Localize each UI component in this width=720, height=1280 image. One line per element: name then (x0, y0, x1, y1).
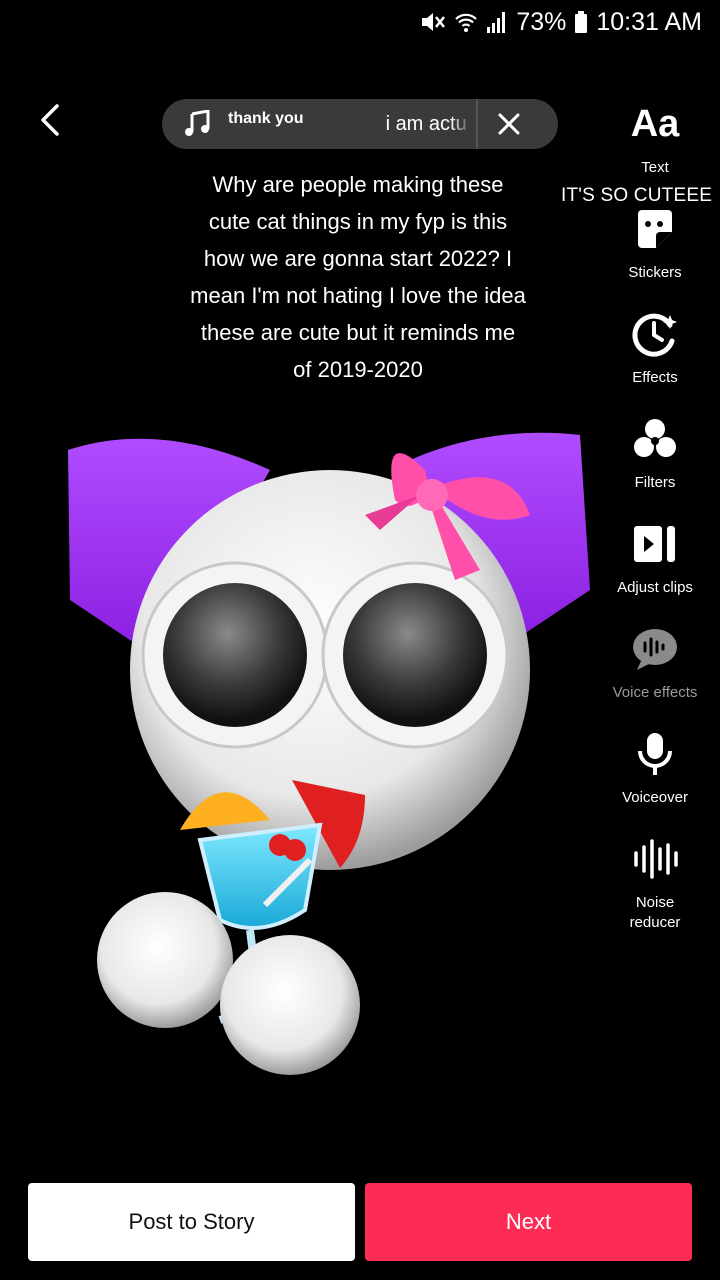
tool-label: Noise reducer (629, 894, 681, 931)
filters-icon (627, 411, 683, 467)
tool-label: Effects (632, 369, 678, 386)
music-note-icon (184, 110, 218, 138)
tool-effects[interactable]: Effects (590, 306, 720, 388)
tool-text[interactable]: Aa Text (590, 96, 720, 178)
battery-percent: 73% (516, 7, 567, 36)
close-icon (498, 113, 520, 135)
tool-filters[interactable]: Filters (590, 411, 720, 493)
sound-title-part1: thank you (228, 110, 304, 127)
tool-voiceover[interactable]: Voiceover (590, 726, 720, 808)
adjust-clips-icon (627, 516, 683, 572)
battery-icon (574, 10, 588, 34)
status-bar: 73% 10:31 AM (0, 0, 720, 44)
back-button[interactable] (30, 100, 70, 140)
remove-sound-button[interactable] (478, 113, 540, 135)
post-to-story-button[interactable]: Post to Story (28, 1183, 355, 1261)
effects-icon (627, 306, 683, 362)
selected-sound-bar[interactable]: thank you i am actu (162, 99, 558, 149)
sticker-icon (627, 201, 683, 257)
tool-label: Text (641, 159, 669, 176)
tool-label: Adjust clips (617, 579, 693, 596)
tool-label: Stickers (628, 264, 682, 281)
cat-emoji-artwork (68, 432, 590, 1075)
microphone-icon (627, 726, 683, 782)
clock: 10:31 AM (596, 7, 702, 36)
signal-icon (486, 10, 508, 34)
tool-voice-effects[interactable]: Voice effects (590, 621, 720, 703)
chevron-left-icon (41, 104, 59, 136)
voice-effects-icon (627, 621, 683, 677)
tool-noise-reducer[interactable]: Noise reducer (590, 831, 720, 933)
noise-reducer-icon (627, 831, 683, 887)
tool-label: Filters (634, 474, 676, 491)
next-button[interactable]: Next (365, 1183, 692, 1261)
tool-label: Voice effects (612, 684, 698, 701)
tool-adjust-clips[interactable]: Adjust clips (590, 516, 720, 598)
mute-icon (420, 10, 446, 34)
tool-label: Voiceover (622, 789, 688, 806)
text-icon: Aa (630, 102, 680, 145)
wifi-icon (454, 10, 478, 34)
caption-text[interactable]: Why are people making these cute cat thi… (190, 166, 526, 388)
tool-stickers[interactable]: Stickers (590, 201, 720, 283)
sound-title-part2: i am actu (385, 112, 467, 135)
